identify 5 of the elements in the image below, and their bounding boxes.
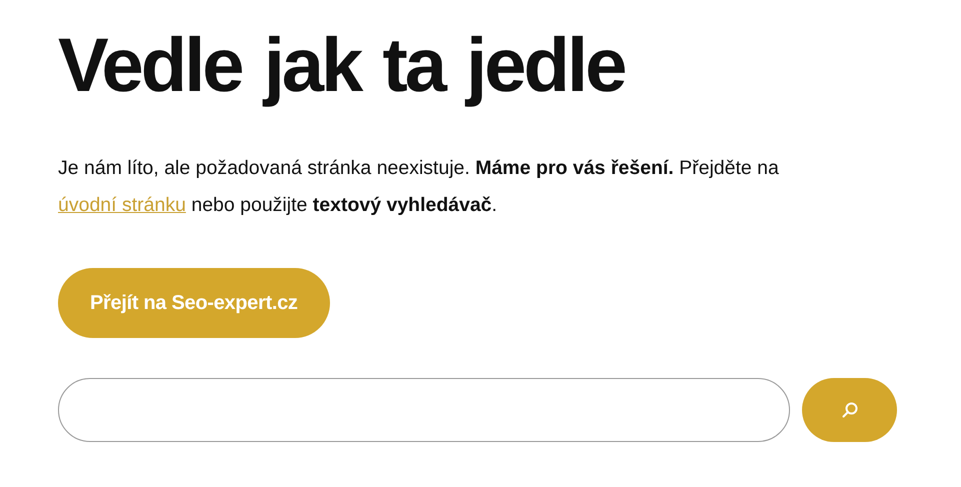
home-page-link[interactable]: úvodní stránku — [58, 194, 186, 216]
page-heading: Vedle jak ta jedle — [58, 22, 624, 110]
home-button[interactable]: Přejít na Seo-expert.cz — [58, 268, 330, 338]
message-text: Je nám líto, ale požadovaná stránka neexistuje. Máme pro vás řešení. Přejděte na úvodní stránku nebo použijte textový vyhledávač. — [58, 156, 780, 218]
search-icon — [840, 401, 858, 419]
